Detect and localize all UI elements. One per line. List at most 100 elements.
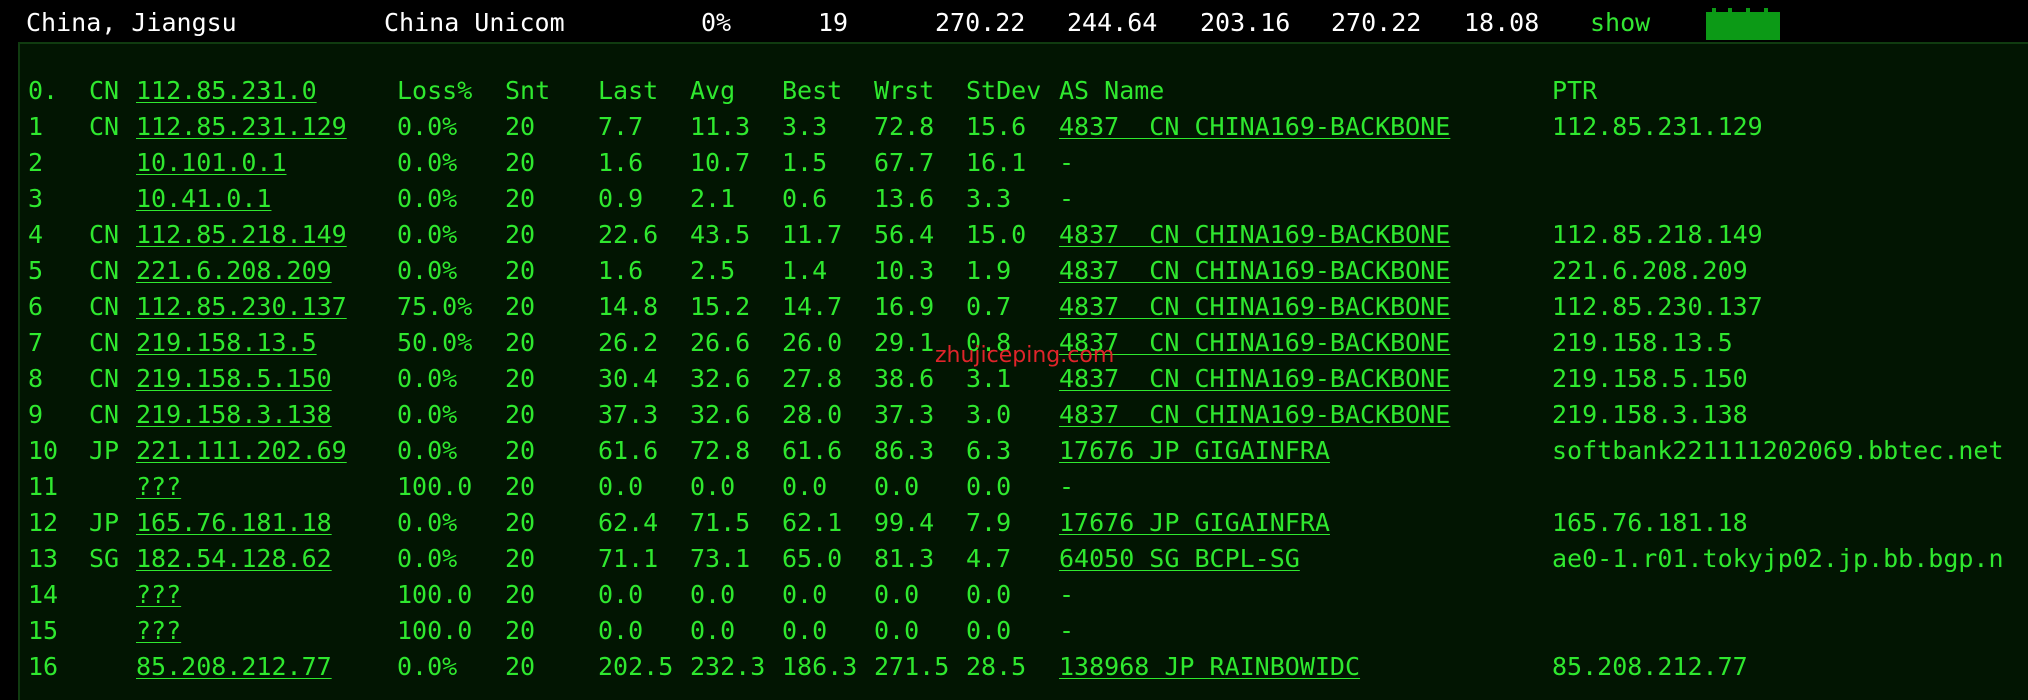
hop-row-3-last: 0.9 xyxy=(598,184,644,213)
hop-row-15-best: 0.0 xyxy=(782,616,828,645)
summary-avg: 244.64 xyxy=(1067,8,1158,37)
hop-row-16-asname[interactable]: 138968 JP RAINBOWIDC xyxy=(1059,652,1360,682)
hop-row-4-wrst: 56.4 xyxy=(874,220,935,249)
hop-row-12-host[interactable]: 165.76.181.18 xyxy=(136,508,332,538)
hop-row-11-avg: 0.0 xyxy=(690,472,736,501)
hop-row-5-asname[interactable]: 4837 CN CHINA169-BACKBONE xyxy=(1059,256,1450,286)
hop-row-15-host[interactable]: ??? xyxy=(136,616,181,646)
hop-row-3-wrst: 13.6 xyxy=(874,184,935,213)
hop-row-10-host[interactable]: 221.111.202.69 xyxy=(136,436,347,466)
summary-isp: China Unicom xyxy=(384,8,565,37)
hop-row-2-stdev: 16.1 xyxy=(966,148,1027,177)
hop-row-9-host[interactable]: 219.158.3.138 xyxy=(136,400,332,430)
hop-row-1-loss: 0.0% xyxy=(397,112,458,141)
hop-row-7-host[interactable]: 219.158.13.5 xyxy=(136,328,317,358)
hop-row-6-wrst: 16.9 xyxy=(874,292,935,321)
hop-row-15-avg: 0.0 xyxy=(690,616,736,645)
hop-row-4-asname[interactable]: 4837 CN CHINA169-BACKBONE xyxy=(1059,220,1450,250)
hop-row-10-hop: 10 xyxy=(28,436,59,465)
hop-row-9-wrst: 37.3 xyxy=(874,400,935,429)
hop-row-1-hop: 1 xyxy=(28,112,44,141)
hop-row-4-ptr: 112.85.218.149 xyxy=(1552,220,1763,249)
hop-row-9-cc: CN xyxy=(89,400,120,429)
column-header-wrst: Wrst xyxy=(874,76,935,105)
hop-row-6-asname[interactable]: 4837 CN CHINA169-BACKBONE xyxy=(1059,292,1450,322)
hop-row-12-last: 62.4 xyxy=(598,508,659,537)
hop-row-2-last: 1.6 xyxy=(598,148,644,177)
hop-row-7-snt: 20 xyxy=(505,328,536,357)
hop-row-8-host[interactable]: 219.158.5.150 xyxy=(136,364,332,394)
hop-row-5-last: 1.6 xyxy=(598,256,644,285)
hop-row-7-asname[interactable]: 4837 CN CHINA169-BACKBONE xyxy=(1059,328,1450,358)
hop-row-5-loss: 0.0% xyxy=(397,256,458,285)
show-toggle-button[interactable]: show xyxy=(1590,8,1650,37)
hop-row-13-loss: 0.0% xyxy=(397,544,458,573)
hop-row-9-stdev: 3.0 xyxy=(966,400,1012,429)
hop-row-1-avg: 11.3 xyxy=(690,112,751,141)
hop-row-12-asname[interactable]: 17676 JP GIGAINFRA xyxy=(1059,508,1330,538)
hop-row-14-host[interactable]: ??? xyxy=(136,580,181,610)
hop-row-6-snt: 20 xyxy=(505,292,536,321)
summary-last: 270.22 xyxy=(935,8,1026,37)
hop-row-1-host[interactable]: 112.85.231.129 xyxy=(136,112,347,142)
hop-row-2-host[interactable]: 10.101.0.1 xyxy=(136,148,287,178)
hop-row-1-asname[interactable]: 4837 CN CHINA169-BACKBONE xyxy=(1059,112,1450,142)
hop-row-10-last: 61.6 xyxy=(598,436,659,465)
hop-row-16-hop: 16 xyxy=(28,652,59,681)
hop-row-10-avg: 72.8 xyxy=(690,436,751,465)
hop-row-4-host[interactable]: 112.85.218.149 xyxy=(136,220,347,250)
hop-row-5-host[interactable]: 221.6.208.209 xyxy=(136,256,332,286)
hop-row-11-loss: 100.0 xyxy=(397,472,473,501)
latency-sparkline xyxy=(1706,8,1780,40)
hop-row-13-best: 65.0 xyxy=(782,544,843,573)
hop-row-14-hop: 14 xyxy=(28,580,59,609)
hop-row-2-snt: 20 xyxy=(505,148,536,177)
column-header-host[interactable]: 112.85.231.0 xyxy=(136,76,317,106)
hop-row-1-wrst: 72.8 xyxy=(874,112,935,141)
hop-row-13-avg: 73.1 xyxy=(690,544,751,573)
hop-row-6-best: 14.7 xyxy=(782,292,843,321)
hop-row-8-avg: 32.6 xyxy=(690,364,751,393)
hop-row-12-cc: JP xyxy=(89,508,120,537)
hop-row-13-host[interactable]: 182.54.128.62 xyxy=(136,544,332,574)
hop-row-16-host[interactable]: 85.208.212.77 xyxy=(136,652,332,682)
hop-row-15-stdev: 0.0 xyxy=(966,616,1012,645)
hop-row-8-wrst: 38.6 xyxy=(874,364,935,393)
hop-row-14-last: 0.0 xyxy=(598,580,644,609)
hop-row-10-asname[interactable]: 17676 JP GIGAINFRA xyxy=(1059,436,1330,466)
hop-row-13-asname[interactable]: 64050 SG BCPL-SG xyxy=(1059,544,1300,574)
hop-row-4-cc: CN xyxy=(89,220,120,249)
hop-row-11-host[interactable]: ??? xyxy=(136,472,181,502)
hop-row-6-host[interactable]: 112.85.230.137 xyxy=(136,292,347,322)
hop-row-16-best: 186.3 xyxy=(782,652,858,681)
hop-row-7-avg: 26.6 xyxy=(690,328,751,357)
hop-row-11-asname: - xyxy=(1059,472,1075,501)
hop-row-6-stdev: 0.7 xyxy=(966,292,1012,321)
hop-row-11-last: 0.0 xyxy=(598,472,644,501)
hop-row-3-stdev: 3.3 xyxy=(966,184,1012,213)
hop-row-10-ptr: softbank221111202069.bbtec.net xyxy=(1552,436,2004,465)
hop-row-10-cc: JP xyxy=(89,436,120,465)
hop-row-8-best: 27.8 xyxy=(782,364,843,393)
hop-row-16-stdev: 28.5 xyxy=(966,652,1027,681)
hop-row-3-host[interactable]: 10.41.0.1 xyxy=(136,184,271,214)
hop-row-5-hop: 5 xyxy=(28,256,44,285)
hop-row-1-ptr: 112.85.231.129 xyxy=(1552,112,1763,141)
hop-row-15-hop: 15 xyxy=(28,616,59,645)
hop-row-11-best: 0.0 xyxy=(782,472,828,501)
hop-row-15-loss: 100.0 xyxy=(397,616,473,645)
hop-row-11-wrst: 0.0 xyxy=(874,472,920,501)
hop-row-13-ptr: ae0-1.r01.tokyjp02.jp.bb.bgp.n xyxy=(1552,544,2004,573)
hop-row-8-asname[interactable]: 4837 CN CHINA169-BACKBONE xyxy=(1059,364,1450,394)
hop-row-7-cc: CN xyxy=(89,328,120,357)
hop-row-9-last: 37.3 xyxy=(598,400,659,429)
hop-row-9-avg: 32.6 xyxy=(690,400,751,429)
hop-row-9-hop: 9 xyxy=(28,400,44,429)
hop-row-9-ptr: 219.158.3.138 xyxy=(1552,400,1748,429)
summary-worst: 270.22 xyxy=(1331,8,1422,37)
hop-row-1-best: 3.3 xyxy=(782,112,828,141)
hop-row-1-last: 7.7 xyxy=(598,112,644,141)
hop-row-16-wrst: 271.5 xyxy=(874,652,950,681)
hop-row-14-stdev: 0.0 xyxy=(966,580,1012,609)
hop-row-9-asname[interactable]: 4837 CN CHINA169-BACKBONE xyxy=(1059,400,1450,430)
